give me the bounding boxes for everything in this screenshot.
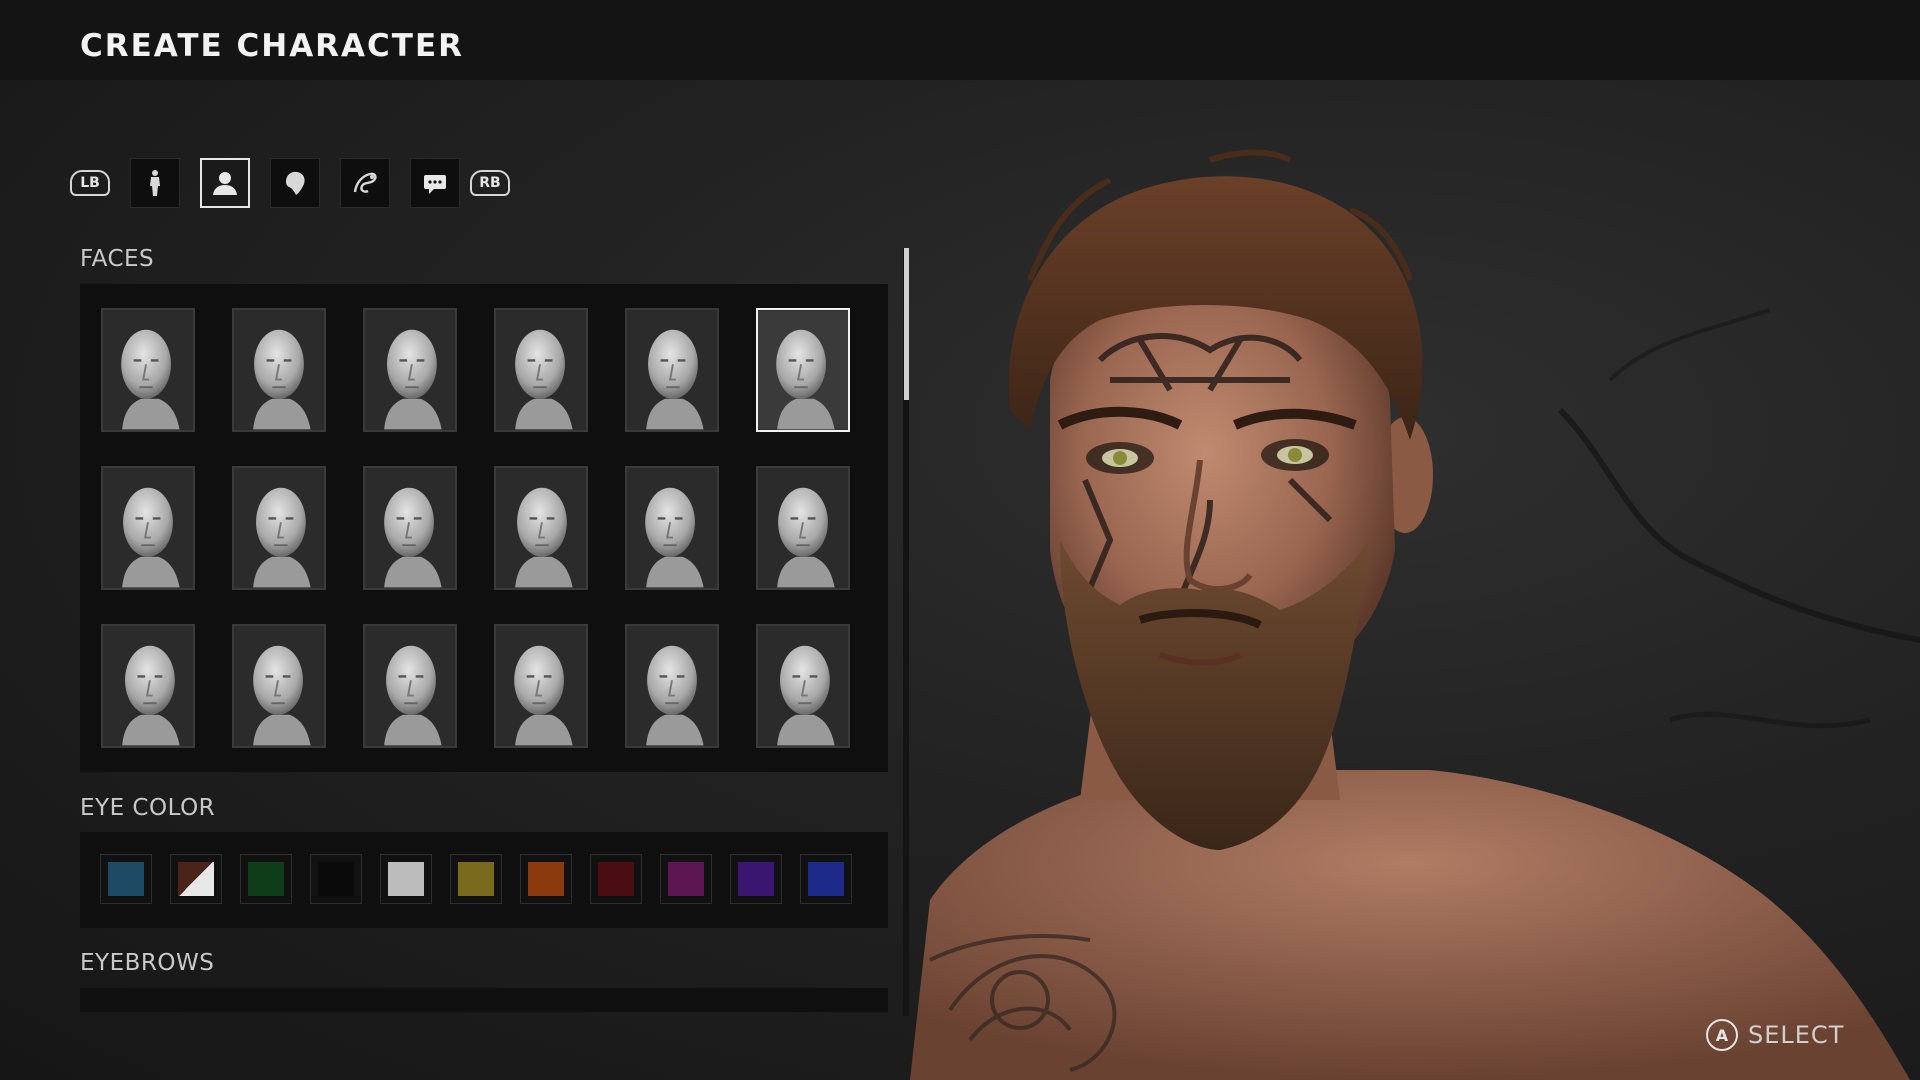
swatch-color [248,862,284,896]
eyebrows-label: EYEBROWS [80,950,215,976]
body-icon [150,170,160,196]
face-thumbnail [627,468,717,588]
eye-color-swatch[interactable] [240,854,292,904]
tattoo-icon [353,172,377,193]
face-option[interactable] [101,308,195,432]
face-option[interactable] [494,308,588,432]
face-thumbnail [234,468,324,588]
tab-dialogue[interactable] [410,158,460,208]
eye-color-swatch[interactable] [800,854,852,904]
face-thumbnail [103,626,193,746]
face-thumbnail [496,468,586,588]
head-icon [213,172,237,195]
eye-color-swatch[interactable] [660,854,712,904]
eye-color-swatch[interactable] [380,854,432,904]
character-preview [910,80,1920,1080]
eye-color-swatch[interactable] [730,854,782,904]
tab-hair[interactable] [270,158,320,208]
chat-icon [424,175,446,194]
face-option[interactable] [363,308,457,432]
select-label: SELECT [1748,1021,1845,1049]
face-thumbnail [365,626,455,746]
character-creator-screen: CREATE CHARACTER LB RB FACES EYE COLOR E… [0,0,1920,1080]
swatch-color [108,862,144,896]
swatch-color [178,862,214,896]
face-option[interactable] [756,308,850,432]
faces-grid [80,284,888,772]
face-option[interactable] [363,466,457,590]
swatch-color [668,862,704,896]
character-render [910,149,1920,1080]
eyebrows-grid [80,988,888,1012]
swatch-color [318,862,354,896]
eye-color-label: EYE COLOR [80,795,216,821]
swatch-color [738,862,774,896]
tab-body[interactable] [130,158,180,208]
face-option[interactable] [625,466,719,590]
swatch-color [458,862,494,896]
face-option[interactable] [101,466,195,590]
face-option[interactable] [625,624,719,748]
swatch-color [388,862,424,896]
face-option[interactable] [232,466,326,590]
face-option[interactable] [232,624,326,748]
top-bar: CREATE CHARACTER [0,0,1920,80]
eye-color-swatches [80,832,888,928]
eye-color-swatch[interactable] [450,854,502,904]
face-thumbnail [758,626,848,746]
rb-button[interactable]: RB [470,170,510,196]
face-thumbnail [496,310,586,430]
swatch-color [528,862,564,896]
face-thumbnail [234,310,324,430]
face-thumbnail [365,468,455,588]
eye-color-swatch[interactable] [100,854,152,904]
select-prompt[interactable]: A SELECT [1706,1018,1844,1052]
tab-head[interactable] [200,158,250,208]
face-option[interactable] [756,466,850,590]
scrollbar-thumb[interactable] [904,248,909,400]
eye-color-swatch[interactable] [590,854,642,904]
face-thumbnail [103,468,193,588]
face-option[interactable] [494,466,588,590]
eye-color-swatch[interactable] [170,854,222,904]
face-option[interactable] [363,624,457,748]
swatch-color [808,862,844,896]
face-thumbnail [758,468,848,588]
hair-icon [286,171,305,195]
face-thumbnail [627,626,717,746]
face-thumbnail [103,310,193,430]
face-thumbnail [496,626,586,746]
face-thumbnail [627,310,717,430]
face-option[interactable] [101,624,195,748]
face-option[interactable] [494,624,588,748]
face-option[interactable] [756,624,850,748]
face-option[interactable] [625,308,719,432]
face-thumbnail [234,626,324,746]
eye-color-swatch[interactable] [310,854,362,904]
swatch-color [598,862,634,896]
face-thumbnail [758,310,848,430]
face-option[interactable] [232,308,326,432]
a-button-icon: A [1706,1019,1738,1051]
lb-button[interactable]: LB [70,170,110,196]
face-thumbnail [365,310,455,430]
tab-tattoo[interactable] [340,158,390,208]
page-title: CREATE CHARACTER [80,28,464,64]
eye-color-swatch[interactable] [520,854,572,904]
faces-label: FACES [80,246,155,272]
